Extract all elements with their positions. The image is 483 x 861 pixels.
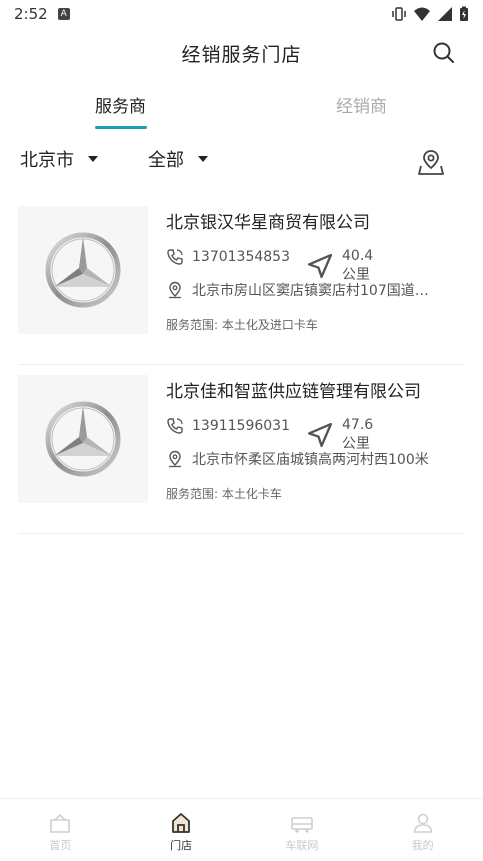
nav-home-label: 首页: [49, 839, 72, 852]
app-notification-icon: A: [57, 8, 70, 20]
location-pin-icon: [169, 450, 181, 468]
caret-down-icon: [88, 156, 98, 162]
store-distance: 40.4公里: [342, 248, 374, 283]
store-logo: [18, 375, 148, 503]
status-time: 2:52: [14, 5, 48, 23]
store-name: 北京银汉华星商贸有限公司: [166, 213, 370, 233]
signal-icon: [438, 7, 452, 21]
category-filter-label: 全部: [148, 150, 184, 171]
store-list: 北京银汉华星商贸有限公司 13701354853 40.4公里 北京市房山区窦店…: [18, 196, 464, 534]
tab-bar: 服务商 经销商: [0, 86, 483, 130]
store-address-row: 北京市房山区窦店镇窦店村107国道…: [166, 280, 464, 300]
status-bar: 2:52 A: [0, 0, 483, 28]
store-card[interactable]: 北京银汉华星商贸有限公司 13701354853 40.4公里 北京市房山区窦店…: [18, 196, 464, 365]
battery-icon: [460, 6, 468, 21]
nav-home[interactable]: 首页: [0, 799, 121, 861]
store-phone: 13911596031: [192, 418, 290, 434]
nav-store-label: 门店: [170, 839, 193, 852]
store-icon: [172, 813, 191, 833]
nav-telematics[interactable]: 车联网: [242, 799, 363, 861]
store-distance: 47.6公里: [342, 417, 374, 452]
brand-star-logo-icon: [45, 232, 121, 308]
category-filter-dropdown[interactable]: 全部: [148, 146, 208, 172]
store-distance-row: 40.4公里: [306, 248, 373, 284]
tab-service-provider[interactable]: 服务商: [95, 92, 146, 117]
vibrate-icon: [392, 7, 406, 21]
store-name: 北京佳和智蓝供应链管理有限公司: [166, 382, 421, 402]
city-filter-label: 北京市: [20, 150, 74, 171]
store-address: 北京市房山区窦店镇窦店村107国道…: [192, 283, 429, 299]
store-address: 北京市怀柔区庙城镇高两河村西100米: [192, 452, 429, 468]
nav-profile-label: 我的: [411, 839, 434, 852]
store-service-scope: 服务范围: 本土化及进口卡车: [166, 318, 318, 332]
caret-down-icon: [198, 156, 208, 162]
filter-bar: 北京市 全部: [0, 142, 483, 182]
store-address-row: 北京市怀柔区庙城镇高两河村西100米: [166, 449, 464, 469]
page-title: 经销服务门店: [181, 43, 302, 66]
tab-dealer[interactable]: 经销商: [336, 92, 387, 117]
store-card[interactable]: 北京佳和智蓝供应链管理有限公司 13911596031 47.6公里 北京市怀柔…: [18, 365, 464, 534]
bottom-nav: 首页 门店 车联网 我的: [0, 798, 483, 861]
nav-profile[interactable]: 我的: [362, 799, 483, 861]
store-phone-row[interactable]: 13701354853: [166, 248, 290, 266]
user-icon: [413, 813, 433, 833]
truck-icon: [291, 817, 313, 833]
store-phone: 13701354853: [192, 249, 290, 265]
store-logo: [18, 206, 148, 334]
wifi-icon: [414, 7, 430, 21]
navigation-arrow-icon: [307, 422, 333, 448]
nav-telematics-label: 车联网: [285, 839, 319, 852]
page-header: 经销服务门店: [0, 30, 483, 76]
store-distance-row: 47.6公里: [306, 417, 373, 453]
location-pin-icon: [169, 281, 181, 299]
tab-active-indicator: [95, 126, 147, 129]
brand-star-logo-icon: [45, 401, 121, 477]
city-filter-dropdown[interactable]: 北京市: [20, 146, 98, 172]
phone-icon: [167, 249, 183, 265]
store-phone-row[interactable]: 13911596031: [166, 417, 290, 435]
nav-store[interactable]: 门店: [121, 799, 242, 861]
map-location-icon[interactable]: [417, 148, 445, 176]
home-icon: [50, 813, 71, 833]
store-service-scope: 服务范围: 本土化卡车: [166, 487, 282, 501]
navigation-arrow-icon: [307, 253, 333, 279]
phone-icon: [167, 418, 183, 434]
search-icon[interactable]: [431, 40, 457, 66]
